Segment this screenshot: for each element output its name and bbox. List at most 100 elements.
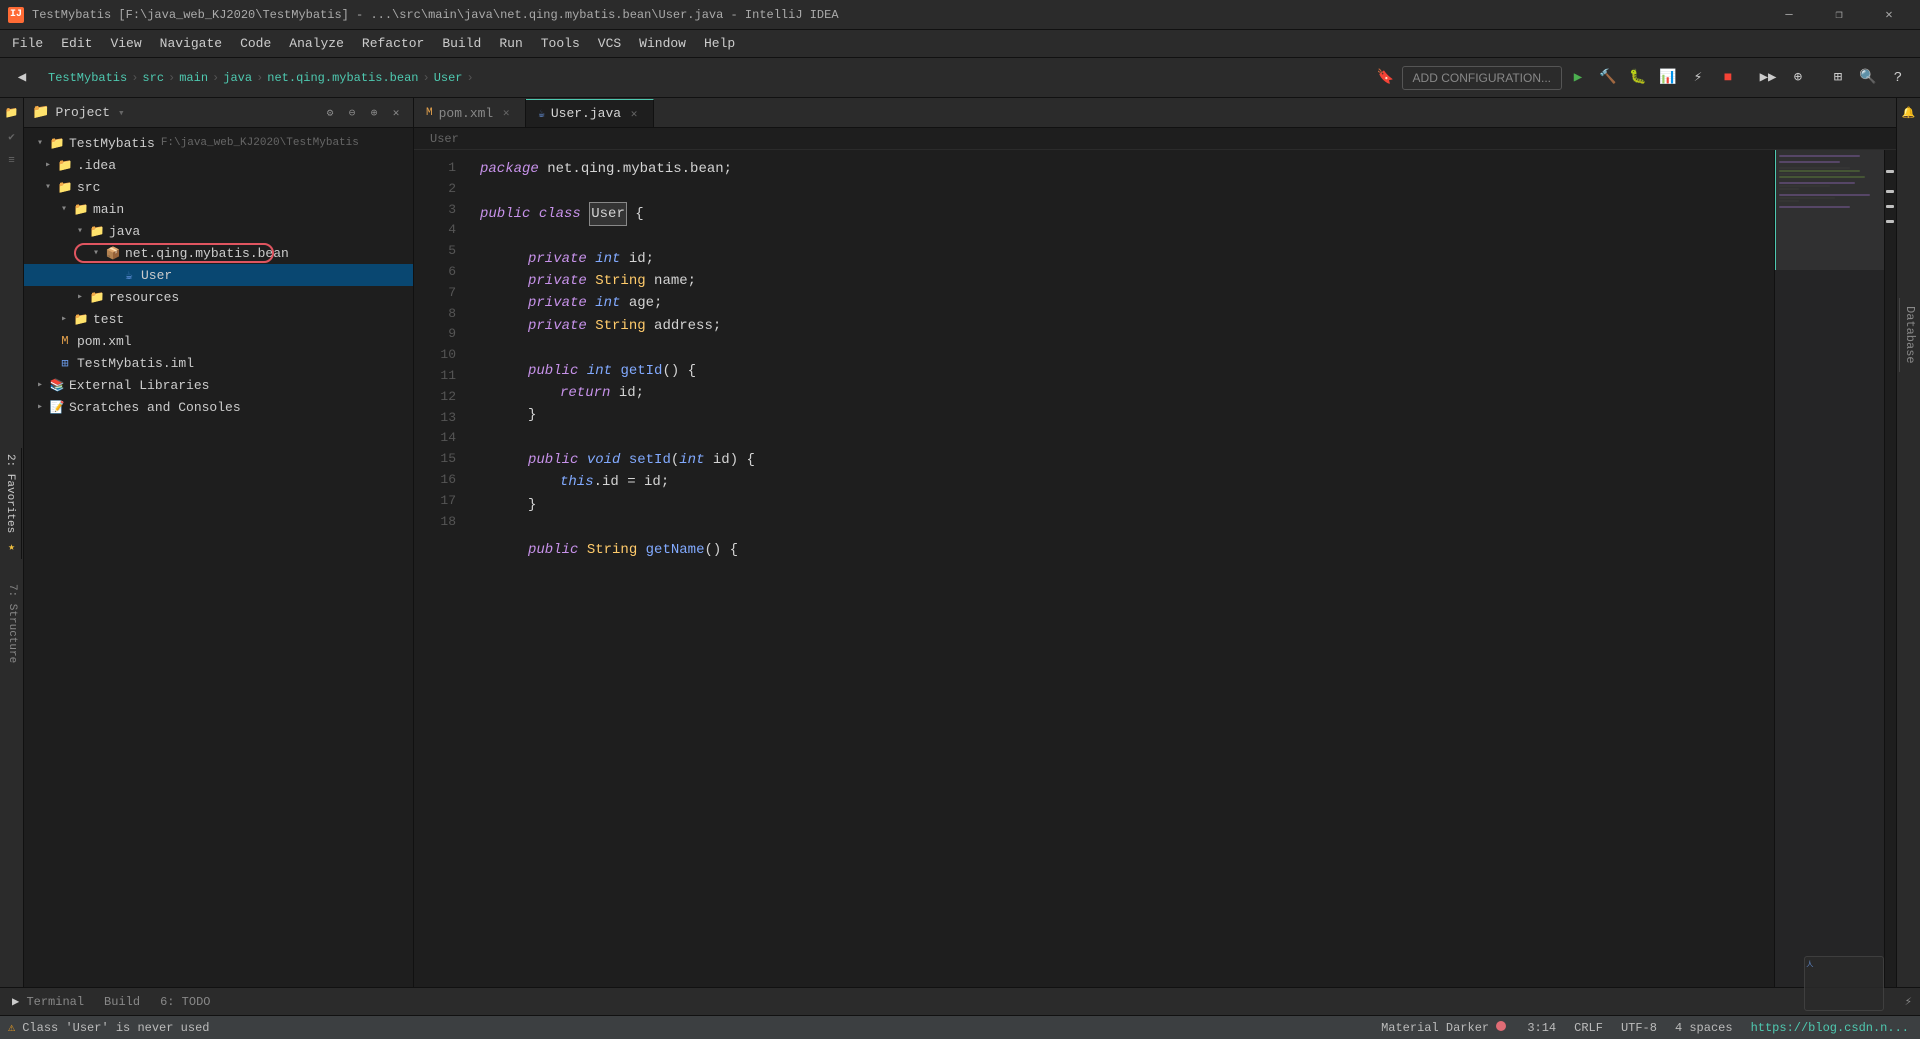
tree-external-libraries[interactable]: ▸ 📚 External Libraries bbox=[24, 374, 413, 396]
tab-pom-xml[interactable]: M pom.xml ✕ bbox=[414, 99, 526, 127]
tree-root-path: F:\java_web_KJ2020\TestMybatis bbox=[161, 137, 359, 149]
toolbar-spacer bbox=[1744, 64, 1752, 92]
tree-resources-folder[interactable]: ▸ 📁 resources bbox=[24, 286, 413, 308]
run-again-icon[interactable]: ▶▶ bbox=[1754, 64, 1782, 92]
tree-root[interactable]: ▾ 📁 TestMybatis F:\java_web_KJ2020\TestM… bbox=[24, 132, 413, 154]
tree-iml-file[interactable]: ⊞ TestMybatis.iml bbox=[24, 352, 413, 374]
tree-java-folder[interactable]: ▾ 📁 java bbox=[24, 220, 413, 242]
debug-icon[interactable]: 🐛 bbox=[1624, 64, 1652, 92]
minimap[interactable] bbox=[1774, 150, 1884, 987]
tree-arrow-resources: ▸ bbox=[72, 289, 88, 305]
editor-filename: User bbox=[430, 132, 459, 146]
close-project-panel-icon[interactable]: ✕ bbox=[387, 104, 405, 122]
tree-idea-folder[interactable]: ▸ 📁 .idea bbox=[24, 154, 413, 176]
tree-user-label: User bbox=[141, 268, 172, 283]
structure-icon[interactable]: ≡ bbox=[1, 150, 23, 172]
coverage-icon[interactable]: 📊 bbox=[1654, 64, 1682, 92]
minimize-button[interactable]: ─ bbox=[1766, 0, 1812, 30]
menu-code[interactable]: Code bbox=[232, 32, 279, 55]
code-editor[interactable]: package net.qing.mybatis.bean; public cl… bbox=[464, 150, 1774, 987]
add-configuration-button[interactable]: ADD CONFIGURATION... bbox=[1402, 66, 1562, 90]
collapse-all-icon[interactable]: ⊖ bbox=[343, 104, 361, 122]
tree-main-folder[interactable]: ▾ 📁 main bbox=[24, 198, 413, 220]
ext-lib-icon: 📚 bbox=[48, 377, 66, 393]
tree-pom-file[interactable]: M pom.xml bbox=[24, 330, 413, 352]
tree-package-folder[interactable]: ▾ 📦 net.qing.mybatis.bean bbox=[24, 242, 413, 264]
search-everywhere-icon[interactable]: 🔍 bbox=[1854, 64, 1882, 92]
main-layout: 📁 ✔ ≡ 2: Favorites ★ 7: Structure 📁 Proj… bbox=[0, 98, 1920, 987]
status-line-ending[interactable]: CRLF bbox=[1571, 1021, 1606, 1035]
status-theme[interactable]: Material Darker bbox=[1378, 1021, 1512, 1035]
tree-arrow-java: ▾ bbox=[72, 223, 88, 239]
menu-vcs[interactable]: VCS bbox=[590, 32, 629, 55]
menu-edit[interactable]: Edit bbox=[53, 32, 100, 55]
breadcrumb: TestMybatis › src › main › java › net.qi… bbox=[48, 71, 1368, 85]
code-line-6: private String name; bbox=[480, 270, 1774, 292]
line-numbers: 1 2 3 4 5 6 7 8 9 10 11 12 13 14 15 16 1… bbox=[414, 150, 464, 987]
code-line-15: this.id = id; bbox=[480, 471, 1774, 493]
profile-icon[interactable]: ⚡ bbox=[1684, 64, 1712, 92]
breadcrumb-src[interactable]: src bbox=[142, 71, 164, 85]
code-line-14: ○ public void setId(int id) { bbox=[480, 449, 1774, 471]
breadcrumb-package[interactable]: net.qing.mybatis.bean bbox=[267, 71, 418, 85]
menu-run[interactable]: Run bbox=[491, 32, 530, 55]
gutter-method-icon-10: ○ bbox=[464, 363, 466, 379]
tree-arrow-extlib: ▸ bbox=[32, 377, 48, 393]
build-icon[interactable]: 🔨 bbox=[1594, 64, 1622, 92]
expand-all-icon[interactable]: ⊕ bbox=[365, 104, 383, 122]
tab-user-java[interactable]: ☕ User.java ✕ bbox=[526, 99, 654, 127]
tree-test-folder[interactable]: ▸ 📁 test bbox=[24, 308, 413, 330]
status-warning-text[interactable]: Class 'User' is never used bbox=[19, 1021, 212, 1035]
tree-scratches-label: Scratches and Consoles bbox=[69, 400, 241, 415]
build-tab[interactable]: Build bbox=[100, 993, 144, 1011]
tree-src-folder[interactable]: ▾ 📁 src bbox=[24, 176, 413, 198]
xml-file-icon-pom: M bbox=[56, 333, 74, 349]
help-icon[interactable]: ? bbox=[1884, 64, 1912, 92]
menu-analyze[interactable]: Analyze bbox=[281, 32, 352, 55]
menu-view[interactable]: View bbox=[102, 32, 149, 55]
tab-close-pom[interactable]: ✕ bbox=[499, 106, 513, 120]
menu-tools[interactable]: Tools bbox=[533, 32, 588, 55]
breadcrumb-project[interactable]: TestMybatis bbox=[48, 71, 127, 85]
breadcrumb-java[interactable]: java bbox=[223, 71, 252, 85]
menu-file[interactable]: File bbox=[4, 32, 51, 55]
gear-icon[interactable]: ⚙ bbox=[321, 104, 339, 122]
gutter-method-icon-14: ○ bbox=[464, 452, 466, 468]
menu-help[interactable]: Help bbox=[696, 32, 743, 55]
breadcrumb-file[interactable]: User bbox=[434, 71, 463, 85]
run-button[interactable]: ▶ bbox=[1564, 64, 1592, 92]
status-position[interactable]: 3:14 bbox=[1524, 1021, 1559, 1035]
commit-icon[interactable]: ✔ bbox=[1, 126, 23, 148]
breakpoints-icon[interactable]: ⊕ bbox=[1784, 64, 1812, 92]
menu-build[interactable]: Build bbox=[434, 32, 489, 55]
folder-icon-main: 📁 bbox=[72, 201, 90, 217]
tree-package-label: net.qing.mybatis.bean bbox=[125, 246, 289, 261]
layout-icon[interactable]: ⊞ bbox=[1824, 64, 1852, 92]
code-container[interactable]: 1 2 3 4 5 6 7 8 9 10 11 12 13 14 15 16 1… bbox=[414, 150, 1896, 987]
todo-tab[interactable]: 6: TODO bbox=[156, 993, 214, 1011]
menu-window[interactable]: Window bbox=[631, 32, 694, 55]
status-url[interactable]: https://blog.csdn.n... bbox=[1748, 1021, 1912, 1035]
menu-navigate[interactable]: Navigate bbox=[152, 32, 230, 55]
project-panel-icon[interactable]: 📁 bbox=[1, 102, 23, 124]
close-button[interactable]: ✕ bbox=[1866, 0, 1912, 30]
status-encoding[interactable]: UTF-8 bbox=[1618, 1021, 1660, 1035]
stop-button[interactable]: ■ bbox=[1714, 64, 1742, 92]
toolbar-back-button[interactable]: ◀ bbox=[8, 64, 36, 92]
tree-scratches[interactable]: ▸ 📝 Scratches and Consoles bbox=[24, 396, 413, 418]
menu-refactor[interactable]: Refactor bbox=[354, 32, 432, 55]
database-sidebar-tab[interactable]: Database bbox=[1899, 298, 1920, 372]
right-scrollbar[interactable] bbox=[1884, 150, 1896, 987]
warning-icon: ⚠ bbox=[8, 1020, 15, 1035]
favorites-sidebar-tab[interactable]: 2: Favorites ★ bbox=[0, 448, 22, 559]
terminal-tab[interactable]: ▶ Terminal bbox=[8, 992, 88, 1011]
status-indent[interactable]: 4 spaces bbox=[1672, 1021, 1736, 1035]
notifications-icon[interactable]: 🔔 bbox=[1898, 102, 1920, 124]
bookmark-icon[interactable]: 🔖 bbox=[1372, 64, 1400, 92]
code-line-18: public String getName() { bbox=[480, 539, 1774, 561]
structure-sidebar-tab[interactable]: 7: Structure bbox=[0, 578, 22, 669]
breadcrumb-main[interactable]: main bbox=[179, 71, 208, 85]
tree-user-file[interactable]: ☕ User bbox=[24, 264, 413, 286]
maximize-button[interactable]: ❐ bbox=[1816, 0, 1862, 30]
tab-close-user[interactable]: ✕ bbox=[627, 107, 641, 121]
